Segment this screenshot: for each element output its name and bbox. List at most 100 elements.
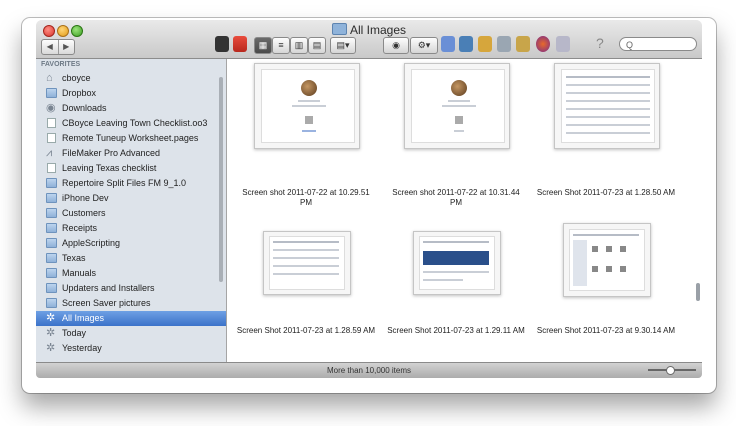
sidebar-item[interactable]: ✲ Yesterday	[36, 341, 226, 356]
sidebar-heading: FAVORITES	[41, 61, 81, 68]
quick-look-button[interactable]: ◉	[383, 37, 409, 54]
sidebar-item[interactable]: AppleScripting	[36, 236, 226, 251]
sidebar-item[interactable]: Remote Tuneup Worksheet.pages	[36, 131, 226, 146]
sidebar-item[interactable]: Updaters and Installers	[36, 281, 226, 296]
terminal-icon[interactable]	[215, 36, 229, 52]
app-icon[interactable]	[459, 36, 473, 52]
sidebar-item-label: FileMaker Pro Advanced	[62, 148, 161, 158]
cover-flow-button[interactable]: ▤	[308, 37, 326, 54]
sidebar-item[interactable]: ✲ Today	[36, 326, 226, 341]
file-label[interactable]: Screen Shot 2011-07-23 at 1.28.50 AM	[536, 188, 676, 198]
sidebar-item[interactable]: Leaving Texas checklist	[36, 161, 226, 176]
app-icon[interactable]	[556, 36, 570, 52]
folder-icon	[46, 298, 57, 308]
list-view-button[interactable]: ≡	[272, 37, 290, 54]
sidebar-item[interactable]: CBoyce Leaving Town Checklist.oo3	[36, 116, 226, 131]
sidebar-item-label: Receipts	[62, 223, 98, 233]
document-icon	[47, 133, 56, 143]
file-thumbnail[interactable]	[563, 223, 651, 297]
forward-button[interactable]: ▶	[59, 40, 75, 54]
folder-icon	[46, 178, 57, 188]
sidebar-item[interactable]: iPhone Dev	[36, 191, 226, 206]
search-icon: Q	[626, 40, 634, 50]
folder-icon	[46, 193, 57, 203]
sidebar-item[interactable]: Dropbox	[36, 86, 226, 101]
sidebar-item[interactable]: Manuals	[36, 266, 226, 281]
folder-icon	[46, 223, 57, 233]
file-label[interactable]: Screen Shot 2011-07-23 at 1.29.11 AM	[386, 326, 526, 336]
sidebar-item-label: Manuals	[62, 268, 97, 278]
file-thumbnail[interactable]	[404, 63, 510, 149]
file-thumbnail[interactable]	[413, 231, 501, 295]
smart-folder-icon: ✲	[46, 312, 56, 324]
icon-view-button[interactable]: ▦	[254, 37, 272, 54]
back-button[interactable]: ◀	[42, 40, 59, 54]
downloads-icon: ◉	[46, 102, 56, 114]
sidebar-item-label: Customers	[62, 208, 106, 218]
app-icon[interactable]	[497, 36, 511, 52]
app-icon[interactable]	[536, 36, 550, 52]
item-count: More than 10,000 items	[326, 366, 412, 375]
back-forward-buttons[interactable]: ◀ ▶	[41, 39, 75, 55]
sidebar-item-label: cboyce	[62, 73, 91, 83]
home-icon: ⌂	[46, 72, 53, 84]
folder-icon	[46, 283, 57, 293]
title-bar[interactable]: All Images ◀ ▶ ▦ ≡ ▥ ▤ ▤▾ ◉ ⚙▾ ? Q	[36, 20, 702, 59]
finder-window: All Images ◀ ▶ ▦ ≡ ▥ ▤ ▤▾ ◉ ⚙▾ ? Q FAVOR…	[36, 20, 702, 378]
app-icon[interactable]	[441, 36, 455, 52]
help-icon[interactable]: ?	[596, 35, 604, 51]
sidebar-item-label: Updaters and Installers	[62, 283, 155, 293]
sidebar-item-label: iPhone Dev	[62, 193, 109, 203]
folder-icon	[46, 208, 57, 218]
folder-icon	[46, 88, 57, 98]
folder-icon	[46, 253, 57, 263]
sidebar-item-label: Screen Saver pictures	[62, 298, 151, 308]
sidebar-item[interactable]: ◉ Downloads	[36, 101, 226, 116]
folder-icon	[331, 23, 347, 35]
sidebar-item-label: All Images	[62, 313, 105, 323]
sidebar-item[interactable]: Texas	[36, 251, 226, 266]
file-label[interactable]: Screen Shot 2011-07-23 at 9.30.14 AM	[536, 326, 676, 336]
sidebar-item-label: Dropbox	[62, 88, 97, 98]
sidebar-item[interactable]: Repertoire Split Files FM 9_1.0	[36, 176, 226, 191]
sidebar-item-label: Repertoire Split Files FM 9_1.0	[62, 178, 187, 188]
sidebar-item-label: Texas	[62, 253, 86, 263]
sidebar-item[interactable]: ✲ All Images	[36, 311, 226, 326]
sidebar-item-label: CBoyce Leaving Town Checklist.oo3	[62, 118, 208, 128]
file-label[interactable]: Screen shot 2011-07-22 at 10.31.44 PM	[386, 188, 526, 208]
sidebar: FAVORITES ⌂ cboyce Dropbox ◉ Downloads CBoyce…	[36, 59, 227, 362]
sidebar-item-label: AppleScripting	[62, 238, 121, 248]
search-input[interactable]: Q	[619, 37, 697, 51]
sidebar-item[interactable]: ⌂ cboyce	[36, 71, 226, 86]
sidebar-item-label: Leaving Texas checklist	[62, 163, 157, 173]
slider-knob[interactable]	[666, 366, 675, 375]
column-view-button[interactable]: ▥	[290, 37, 308, 54]
folder-icon	[46, 238, 57, 248]
app-icon[interactable]	[516, 36, 530, 52]
sidebar-item-label: Remote Tuneup Worksheet.pages	[62, 133, 199, 143]
document-icon	[47, 118, 56, 128]
sidebar-item-label: Today	[62, 328, 87, 338]
file-label[interactable]: Screen Shot 2011-07-23 at 1.28.59 AM	[236, 326, 376, 336]
action-menu-button[interactable]: ⚙▾	[410, 37, 438, 54]
file-grid: Screen shot 2011-07-22 at 10.29.51 PM Sc…	[227, 59, 702, 362]
status-bar: More than 10,000 items	[36, 362, 702, 378]
smart-folder-icon: ✲	[46, 327, 56, 339]
sidebar-item[interactable]: Receipts	[36, 221, 226, 236]
file-thumbnail[interactable]	[263, 231, 351, 295]
document-icon	[47, 163, 56, 173]
file-label[interactable]: Screen shot 2011-07-22 at 10.29.51 PM	[236, 188, 376, 208]
file-thumbnail[interactable]	[254, 63, 360, 149]
folder-icon	[46, 268, 57, 278]
smart-folder-icon: ✲	[46, 342, 56, 354]
arrange-menu-button[interactable]: ▤▾	[330, 37, 356, 54]
app-icon: ⩘	[46, 147, 53, 159]
sidebar-item[interactable]: Customers	[36, 206, 226, 221]
app-icon[interactable]	[478, 36, 492, 52]
file-thumbnail[interactable]	[554, 63, 660, 149]
sidebar-item-label: Downloads	[62, 103, 107, 113]
sidebar-item[interactable]: Screen Saver pictures	[36, 296, 226, 311]
sidebar-item[interactable]: ⩘ FileMaker Pro Advanced	[36, 146, 226, 161]
app-icon[interactable]	[233, 36, 247, 52]
main-scrollbar[interactable]	[696, 283, 700, 301]
